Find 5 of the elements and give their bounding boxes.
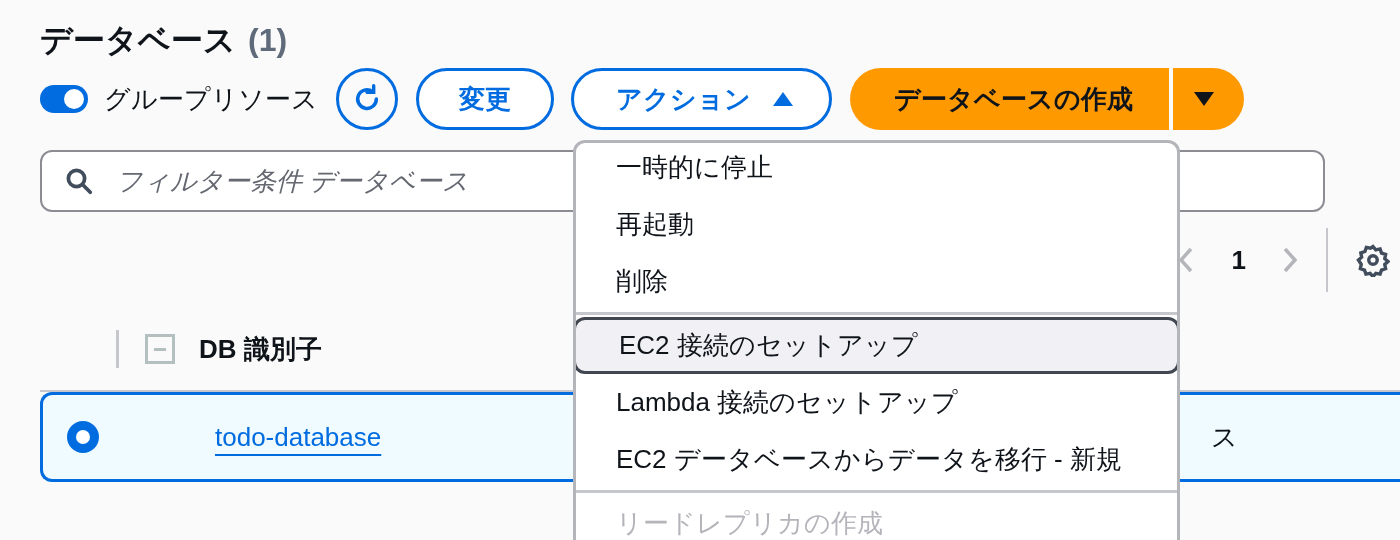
toggle-label: グループリソース <box>104 82 318 116</box>
page-title: データベース <box>40 21 236 60</box>
column-header: DB 識別子 <box>199 332 322 366</box>
item-count: (1) <box>248 21 288 60</box>
table-cell-text: ス <box>1211 420 1238 454</box>
